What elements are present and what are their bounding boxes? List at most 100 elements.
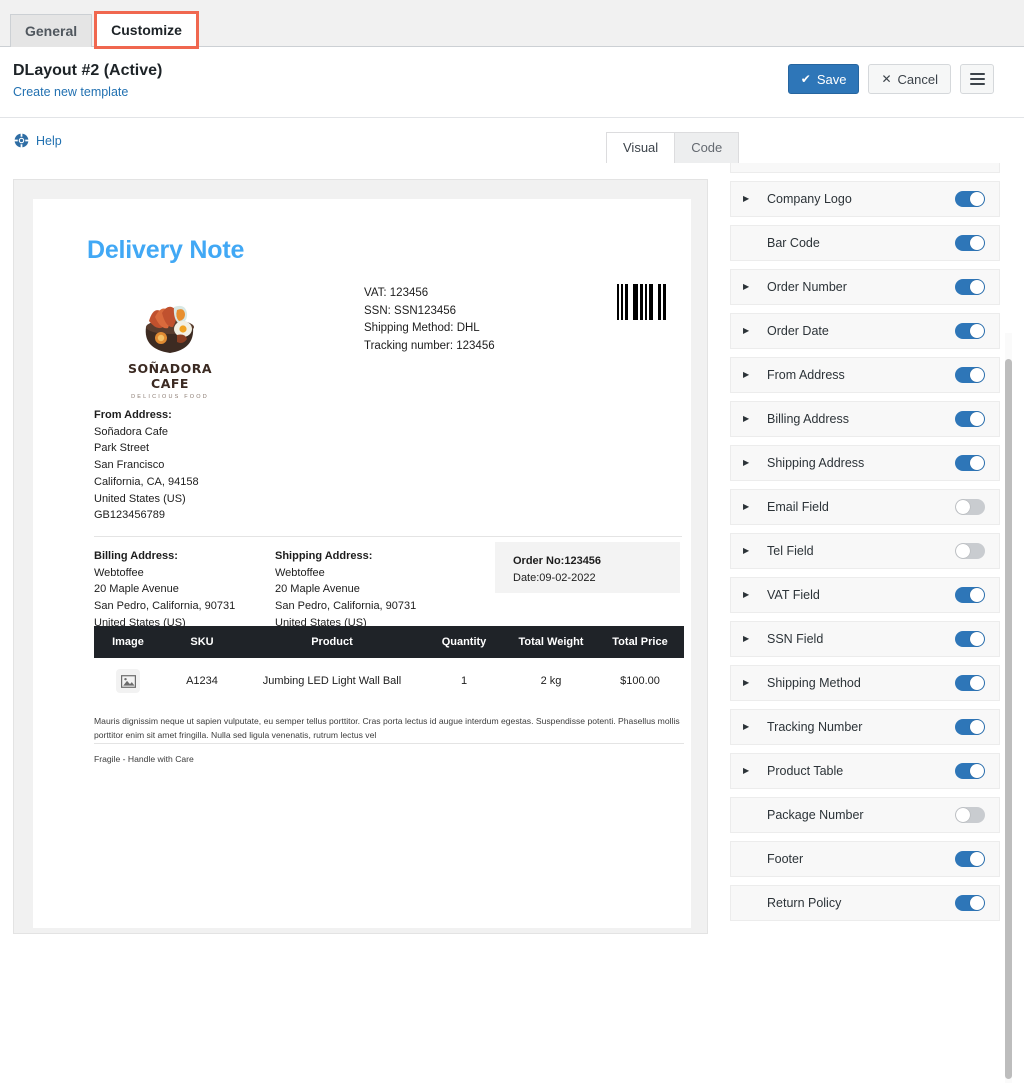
- setting-row-footer[interactable]: Footer: [730, 841, 1000, 877]
- settings-panel-scrollbar[interactable]: [1005, 359, 1012, 1079]
- toggle-company-logo[interactable]: [955, 191, 985, 207]
- chevron-right-icon[interactable]: ▶: [743, 415, 757, 423]
- setting-label: Company Logo: [767, 192, 852, 206]
- chevron-right-icon[interactable]: ▶: [743, 591, 757, 599]
- toggle-ssn-field[interactable]: [955, 631, 985, 647]
- setting-label: Email Field: [767, 500, 829, 514]
- toggle-from-address[interactable]: [955, 367, 985, 383]
- from-address-heading: From Address:: [94, 409, 172, 421]
- setting-row-vat-field[interactable]: ▶ VAT Field: [730, 577, 1000, 613]
- setting-label: Shipping Method: [767, 676, 861, 690]
- toggle-product-table[interactable]: [955, 763, 985, 779]
- setting-row-from-address[interactable]: ▶ From Address: [730, 357, 1000, 393]
- setting-row-partial[interactable]: [730, 163, 1000, 173]
- tab-customize[interactable]: Customize: [94, 11, 199, 49]
- order-number-value: Order No:123456: [513, 555, 602, 568]
- setting-row-shipping-address[interactable]: ▶ Shipping Address: [730, 445, 1000, 481]
- toggle-package-number[interactable]: [955, 807, 985, 823]
- chevron-right-icon[interactable]: ▶: [743, 679, 757, 687]
- lifebuoy-icon: [14, 133, 29, 148]
- vat-field: VAT: 123456: [364, 287, 429, 299]
- delivery-note-document: Delivery Note SOÑADORA CAFE DELICIOUS FO…: [33, 236, 691, 764]
- chevron-right-icon[interactable]: ▶: [743, 635, 757, 643]
- chevron-right-icon[interactable]: ▶: [743, 371, 757, 379]
- billing-address-line: 20 Maple Avenue: [94, 583, 179, 596]
- cancel-button-label: Cancel: [897, 71, 938, 87]
- toggle-return-policy[interactable]: [955, 895, 985, 911]
- tab-code[interactable]: Code: [674, 132, 740, 163]
- document-preview: Delivery Note SOÑADORA CAFE DELICIOUS FO…: [33, 199, 691, 928]
- barcode-icon: [617, 284, 666, 320]
- header-actions: ✔ Save ✕ Cancel: [787, 64, 994, 94]
- close-icon: ✕: [881, 72, 892, 86]
- chevron-right-icon[interactable]: ▶: [743, 195, 757, 203]
- setting-label: From Address: [767, 368, 845, 382]
- toggle-tracking-number[interactable]: [955, 719, 985, 735]
- document-title: Delivery Note: [87, 236, 245, 264]
- toggle-footer[interactable]: [955, 851, 985, 867]
- save-button-label: Save: [816, 71, 847, 87]
- sub-bar: Help Visual Code: [0, 118, 1024, 163]
- setting-row-package-number[interactable]: Package Number: [730, 797, 1000, 833]
- toggle-email-field[interactable]: [955, 499, 985, 515]
- tab-visual[interactable]: Visual: [606, 132, 676, 163]
- setting-label: Footer: [767, 852, 804, 866]
- setting-row-tel-field[interactable]: ▶ Tel Field: [730, 533, 1000, 569]
- order-meta-fields: VAT: 123456 SSN: SSN123456 Shipping Meth…: [364, 285, 495, 356]
- toggle-tel-field[interactable]: [955, 543, 985, 559]
- chevron-right-icon[interactable]: ▶: [743, 327, 757, 335]
- chevron-right-icon[interactable]: ▶: [743, 767, 757, 775]
- chevron-right-icon[interactable]: ▶: [743, 283, 757, 291]
- tab-general[interactable]: General: [10, 14, 93, 47]
- chevron-right-icon[interactable]: ▶: [743, 503, 757, 511]
- toggle-shipping-method[interactable]: [955, 675, 985, 691]
- document-top-info: SOÑADORA CAFE DELICIOUS FOOD VAT: 123456…: [87, 279, 689, 407]
- setting-row-company-logo[interactable]: ▶ Company Logo: [730, 181, 1000, 217]
- create-new-template-link[interactable]: Create new template: [13, 85, 128, 99]
- toggle-shipping-address[interactable]: [955, 455, 985, 471]
- product-table: Image SKU Product Quantity Total Weight …: [94, 626, 684, 705]
- chevron-right-icon[interactable]: ▶: [743, 459, 757, 467]
- divider: [94, 536, 682, 538]
- help-link[interactable]: Help: [14, 133, 62, 148]
- billing-address-line: San Pedro, California, 90731: [94, 600, 236, 613]
- toggle-order-date[interactable]: [955, 323, 985, 339]
- setting-row-return-policy[interactable]: Return Policy: [730, 885, 1000, 921]
- toggle-billing-address[interactable]: [955, 411, 985, 427]
- setting-row-order-date[interactable]: ▶ Order Date: [730, 313, 1000, 349]
- header-bar: DLayout #2 (Active) Create new template …: [0, 47, 1024, 118]
- from-address-line: San Francisco: [94, 459, 165, 472]
- save-button[interactable]: ✔ Save: [787, 64, 860, 94]
- setting-row-order-number[interactable]: ▶ Order Number: [730, 269, 1000, 305]
- setting-row-tracking-number[interactable]: ▶ Tracking Number: [730, 709, 1000, 745]
- setting-row-shipping-method[interactable]: ▶ Shipping Method: [730, 665, 1000, 701]
- address-row: Billing Address: Webtoffee 20 Maple Aven…: [87, 542, 689, 629]
- cell-total-price: $100.00: [620, 675, 660, 688]
- setting-row-billing-address[interactable]: ▶ Billing Address: [730, 401, 1000, 437]
- menu-button[interactable]: [960, 64, 994, 94]
- cell-quantity: 1: [460, 675, 468, 688]
- table-row: A1234 Jumbing LED Light Wall Ball 1 2 kg…: [94, 658, 684, 705]
- setting-row-bar-code[interactable]: Bar Code: [730, 225, 1000, 261]
- cell-image: [94, 658, 162, 705]
- toggle-bar-code[interactable]: [955, 235, 985, 251]
- toggle-order-number[interactable]: [955, 279, 985, 295]
- setting-row-product-table[interactable]: ▶ Product Table: [730, 753, 1000, 789]
- chevron-right-icon[interactable]: ▶: [743, 723, 757, 731]
- cancel-button[interactable]: ✕ Cancel: [868, 64, 951, 94]
- shipping-address-line: 20 Maple Avenue: [275, 583, 360, 596]
- editor-tabs: Visual Code: [606, 132, 740, 163]
- setting-label: SSN Field: [767, 632, 824, 646]
- toggle-vat-field[interactable]: [955, 587, 985, 603]
- setting-row-ssn-field[interactable]: ▶ SSN Field: [730, 621, 1000, 657]
- setting-label: Shipping Address: [767, 456, 865, 470]
- from-address-line: Soñadora Cafe: [94, 425, 168, 438]
- cell-product: Jumbing LED Light Wall Ball: [262, 675, 402, 688]
- cell-sku: A1234: [186, 675, 218, 688]
- setting-row-email-field[interactable]: ▶ Email Field: [730, 489, 1000, 525]
- order-info-box: Order No:123456 Date:09-02-2022: [495, 542, 680, 594]
- setting-label: Bar Code: [767, 236, 820, 250]
- chevron-right-icon[interactable]: ▶: [743, 547, 757, 555]
- company-logo-tagline: DELICIOUS FOOD: [131, 394, 209, 400]
- from-address-block: From Address: Soñadora Cafe Park Street …: [94, 407, 689, 524]
